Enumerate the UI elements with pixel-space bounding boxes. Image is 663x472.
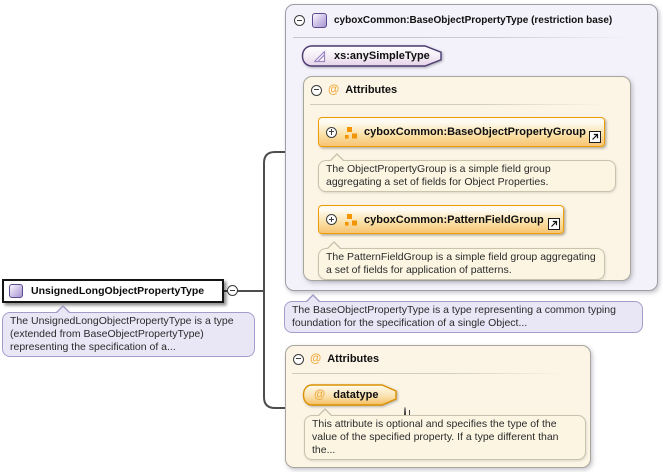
- simple-type-label: xs:anySimpleType: [334, 50, 430, 62]
- attribute-at-icon: @: [310, 354, 321, 365]
- goto-definition-icon[interactable]: [589, 131, 601, 143]
- expand-button[interactable]: [326, 127, 337, 138]
- tooltip-text: The UnsignedLongObjectPropertyType is a …: [10, 315, 234, 353]
- collapse-button-attributes[interactable]: [311, 85, 322, 96]
- base-type-title: cyboxCommon:BaseObjectPropertyType (rest…: [334, 15, 612, 26]
- tooltip-notch: [317, 408, 333, 416]
- attribute-group-name: cyboxCommon:PatternFieldGroup: [364, 214, 544, 226]
- attribute-group-icon: [344, 126, 357, 139]
- tooltip-baseobjectpropertygroup: The ObjectPropertyGroup is a simple fiel…: [318, 160, 616, 192]
- local-attributes-box: @ Attributes @ datatype This attribute i…: [285, 345, 591, 468]
- complex-type-icon: [9, 284, 23, 298]
- tooltip-base-type: The BaseObjectPropertyType is a type rep…: [284, 301, 643, 333]
- attributes-label: Attributes: [327, 353, 379, 365]
- tooltip-notch: [305, 294, 321, 302]
- attribute-group-baseobjectpropertygroup[interactable]: cyboxCommon:BaseObjectPropertyGroup: [318, 117, 605, 147]
- attribute-group-name: cyboxCommon:BaseObjectPropertyGroup: [364, 126, 586, 138]
- attribute-at-icon: @: [328, 85, 339, 96]
- type-box-unsignedlong[interactable]: UnsignedLongObjectPropertyType: [2, 279, 224, 303]
- attribute-group-patternfieldgroup[interactable]: cyboxCommon:PatternFieldGroup: [318, 205, 564, 234]
- tooltip-datatype: This attribute is optional and specifies…: [304, 415, 586, 460]
- tooltip-notch: [326, 241, 342, 249]
- attribute-at-icon: @: [314, 390, 325, 401]
- separator: [292, 373, 575, 374]
- attributes-header: @ Attributes: [286, 346, 590, 365]
- complex-type-icon: [312, 13, 327, 28]
- tooltip-text: The PatternFieldGroup is a simple field …: [326, 251, 596, 276]
- base-type-box: cyboxCommon:BaseObjectPropertyType (rest…: [285, 4, 658, 291]
- tooltip-notch: [329, 153, 345, 161]
- collapse-button-attributes[interactable]: [293, 354, 304, 365]
- tooltip-patternfieldgroup: The PatternFieldGroup is a simple field …: [318, 248, 605, 280]
- base-attributes-box: @ Attributes cyboxCommon:BaseObjectPrope…: [303, 76, 631, 281]
- attribute-datatype-badge[interactable]: @ datatype: [302, 384, 398, 406]
- goto-definition-icon[interactable]: [548, 218, 560, 230]
- attribute-name: datatype: [333, 389, 378, 401]
- tooltip-text: This attribute is optional and specifies…: [312, 418, 559, 456]
- simple-type-icon: [313, 50, 326, 63]
- simple-type-badge[interactable]: xs:anySimpleType: [301, 45, 444, 67]
- base-type-header: cyboxCommon:BaseObjectPropertyType (rest…: [286, 5, 657, 28]
- schema-diagram: UnsignedLongObjectPropertyType The Unsig…: [0, 0, 663, 472]
- type-title: UnsignedLongObjectPropertyType: [31, 285, 204, 297]
- separator: [293, 37, 643, 38]
- tooltip-notch: [55, 305, 71, 313]
- attributes-header: @ Attributes: [304, 77, 630, 96]
- separator: [310, 104, 615, 105]
- expand-button[interactable]: [326, 214, 337, 225]
- attribute-group-icon: [344, 213, 357, 226]
- collapse-button-base-type[interactable]: [294, 15, 305, 26]
- tooltip-left-type: The UnsignedLongObjectPropertyType is a …: [2, 312, 255, 357]
- tooltip-text: The ObjectPropertyGroup is a simple fiel…: [326, 163, 551, 188]
- collapse-button-left-type[interactable]: [227, 285, 238, 296]
- attributes-label: Attributes: [345, 84, 397, 96]
- tooltip-text: The BaseObjectPropertyType is a type rep…: [292, 304, 616, 329]
